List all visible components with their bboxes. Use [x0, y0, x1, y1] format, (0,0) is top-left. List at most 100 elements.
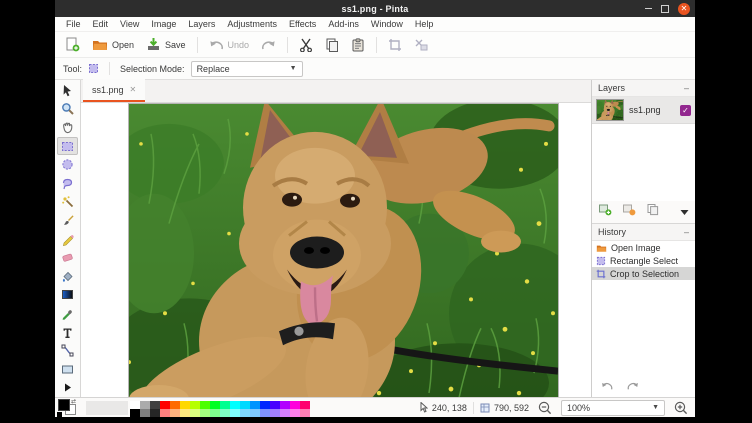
- reset-colors-swatch[interactable]: [57, 412, 62, 417]
- tool-color-picker[interactable]: [57, 304, 78, 323]
- palette-swatch[interactable]: [250, 409, 260, 417]
- history-minimize-icon[interactable]: –: [684, 227, 689, 237]
- canvas-viewport[interactable]: [81, 103, 591, 397]
- tool-eraser[interactable]: [57, 248, 78, 267]
- undo-button[interactable]: Undo: [205, 37, 254, 53]
- foreground-color-swatch[interactable]: [58, 399, 70, 411]
- color-palette[interactable]: [130, 401, 310, 417]
- paste-button[interactable]: [347, 36, 369, 54]
- foreground-background-swatch[interactable]: ⇄: [57, 399, 79, 417]
- palette-swatch[interactable]: [290, 409, 300, 417]
- history-redo-button[interactable]: [626, 378, 640, 396]
- layers-minimize-icon[interactable]: –: [684, 83, 689, 93]
- palette-swatch[interactable]: [230, 409, 240, 417]
- history-item-open-image[interactable]: Open Image: [592, 241, 695, 254]
- palette-swatch[interactable]: [180, 401, 190, 409]
- palette-swatch[interactable]: [200, 409, 210, 417]
- tool-line-curve[interactable]: [57, 341, 78, 360]
- palette-swatch[interactable]: [170, 401, 180, 409]
- palette-swatch[interactable]: [300, 401, 310, 409]
- menu-addins[interactable]: Add-ins: [322, 19, 365, 29]
- palette-swatch[interactable]: [270, 401, 280, 409]
- layers-menu-button[interactable]: [680, 203, 689, 221]
- copy-button[interactable]: [321, 36, 343, 54]
- tool-rectangle-select[interactable]: [57, 137, 78, 156]
- palette-swatch[interactable]: [240, 401, 250, 409]
- palette-swatch[interactable]: [140, 409, 150, 417]
- menu-layers[interactable]: Layers: [182, 19, 221, 29]
- redo-button[interactable]: [257, 37, 280, 53]
- palette-swatch[interactable]: [280, 401, 290, 409]
- tool-more-expander[interactable]: [57, 379, 78, 398]
- palette-swatch[interactable]: [280, 409, 290, 417]
- history-undo-button[interactable]: [600, 378, 614, 396]
- zoom-level-dropdown[interactable]: 100% ▼: [561, 400, 665, 416]
- palette-swatch[interactable]: [220, 409, 230, 417]
- palette-swatch[interactable]: [160, 409, 170, 417]
- add-layer-button[interactable]: [598, 203, 612, 221]
- menu-image[interactable]: Image: [145, 19, 182, 29]
- deselect-button[interactable]: [410, 36, 432, 54]
- palette-swatch[interactable]: [190, 401, 200, 409]
- palette-swatch[interactable]: [170, 409, 180, 417]
- palette-swatch[interactable]: [190, 409, 200, 417]
- palette-swatch[interactable]: [200, 401, 210, 409]
- tool-gradient[interactable]: [57, 286, 78, 305]
- palette-swatch[interactable]: [260, 409, 270, 417]
- menu-window[interactable]: Window: [365, 19, 409, 29]
- save-button[interactable]: Save: [142, 35, 190, 54]
- palette-swatch[interactable]: [240, 409, 250, 417]
- zoom-in-button[interactable]: [671, 401, 691, 415]
- history-item-crop-to-selection[interactable]: Crop to Selection: [592, 267, 695, 280]
- tool-magic-wand[interactable]: [57, 193, 78, 212]
- tool-paintbrush[interactable]: [57, 211, 78, 230]
- tool-pan[interactable]: [57, 118, 78, 137]
- new-image-button[interactable]: [61, 35, 84, 54]
- selection-mode-dropdown[interactable]: Replace ▼: [191, 61, 303, 77]
- minimize-icon[interactable]: [645, 8, 652, 10]
- palette-swatch[interactable]: [140, 401, 150, 409]
- tab-close-icon[interactable]: ✕: [130, 85, 137, 94]
- crop-to-selection-button[interactable]: [384, 36, 406, 54]
- menu-view[interactable]: View: [114, 19, 145, 29]
- palette-swatch[interactable]: [220, 401, 230, 409]
- palette-swatch[interactable]: [290, 401, 300, 409]
- layer-visibility-checkbox[interactable]: ✓: [680, 105, 691, 116]
- menu-adjustments[interactable]: Adjustments: [221, 19, 283, 29]
- history-item-rectangle-select[interactable]: Rectangle Select: [592, 254, 695, 267]
- palette-swatch[interactable]: [130, 401, 140, 409]
- palette-swatch[interactable]: [210, 409, 220, 417]
- tool-rectangle-shape[interactable]: [57, 360, 78, 379]
- open-image-button[interactable]: Open: [88, 35, 138, 54]
- tool-pencil[interactable]: [57, 230, 78, 249]
- tool-text[interactable]: [57, 323, 78, 342]
- palette-swatch[interactable]: [300, 409, 310, 417]
- palette-swatch[interactable]: [160, 401, 170, 409]
- maximize-icon[interactable]: [661, 5, 669, 13]
- swap-colors-icon[interactable]: ⇄: [71, 398, 76, 405]
- menu-file[interactable]: File: [60, 19, 87, 29]
- canvas-image[interactable]: [128, 103, 559, 404]
- palette-swatch[interactable]: [210, 401, 220, 409]
- palette-swatch[interactable]: [270, 409, 280, 417]
- tool-ellipse-select[interactable]: [57, 155, 78, 174]
- palette-swatch[interactable]: [150, 409, 160, 417]
- tab-ss1png[interactable]: ss1.png ✕: [83, 79, 145, 102]
- palette-swatch[interactable]: [150, 401, 160, 409]
- layer-row[interactable]: ss1.png ✓: [592, 97, 695, 124]
- palette-swatch[interactable]: [260, 401, 270, 409]
- palette-swatch[interactable]: [130, 409, 140, 417]
- palette-swatch[interactable]: [180, 409, 190, 417]
- close-icon[interactable]: ✕: [678, 3, 690, 15]
- menu-edit[interactable]: Edit: [87, 19, 115, 29]
- cut-button[interactable]: [295, 36, 317, 54]
- tool-move-selection[interactable]: [57, 81, 78, 100]
- palette-swatch[interactable]: [230, 401, 240, 409]
- tool-paint-bucket[interactable]: [57, 267, 78, 286]
- delete-layer-button[interactable]: [622, 203, 636, 221]
- menu-help[interactable]: Help: [409, 19, 440, 29]
- palette-swatch[interactable]: [250, 401, 260, 409]
- tool-lasso-select[interactable]: [57, 174, 78, 193]
- tool-zoom[interactable]: [57, 100, 78, 119]
- zoom-out-button[interactable]: [535, 401, 555, 415]
